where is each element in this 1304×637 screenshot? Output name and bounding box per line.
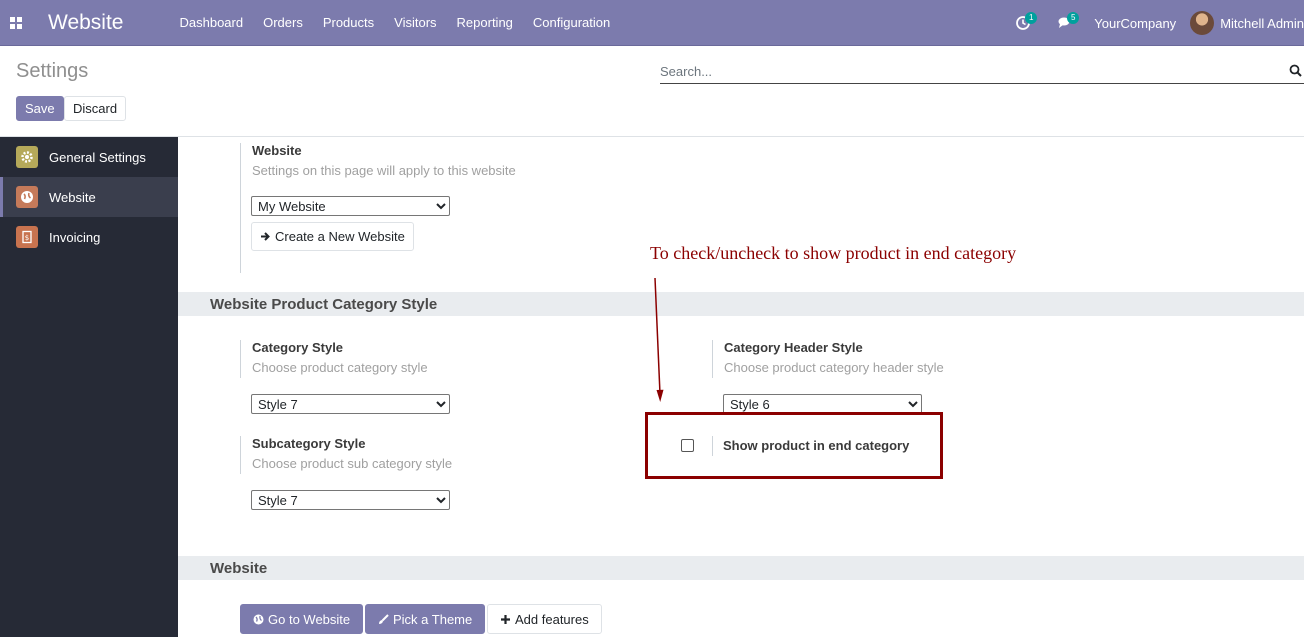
category-section-title: Website Product Category Style: [210, 296, 438, 313]
control-panel: Settings Save Discard: [0, 46, 1304, 137]
paint-brush-icon: [379, 613, 389, 624]
messages-badge: 5: [1067, 12, 1080, 24]
main-menu: Dashboard Orders Products Visitors Repor…: [169, 0, 620, 46]
subcategory-style-select[interactable]: Style 7: [251, 490, 450, 510]
search-bar: [660, 60, 1304, 84]
header-style-setting: Category Header Style Choose product cat…: [712, 340, 944, 378]
add-features-button[interactable]: Add features: [487, 604, 602, 634]
app-brand[interactable]: Website: [48, 11, 123, 35]
apps-menu-icon[interactable]: [0, 0, 32, 46]
menu-dashboard[interactable]: Dashboard: [169, 0, 253, 46]
globe-icon: [253, 614, 264, 624]
website-section-header: Website: [178, 556, 1304, 580]
menu-orders[interactable]: Orders: [253, 0, 313, 46]
website-setting-label: Website: [252, 143, 302, 158]
company-switcher[interactable]: YourCompany: [1086, 16, 1190, 31]
category-style-label: Category Style: [252, 340, 344, 355]
navbar-systray: 1 5 YourCompany Mitchell Admin: [1002, 0, 1304, 46]
sidebar-item-website[interactable]: Website: [0, 177, 178, 217]
discard-button[interactable]: Discard: [64, 96, 127, 121]
menu-visitors[interactable]: Visitors: [384, 0, 446, 46]
add-features-label: Add features: [515, 611, 589, 627]
sidebar-item-general-settings[interactable]: General Settings: [0, 137, 178, 177]
avatar: [1190, 11, 1215, 35]
header-style-label: Category Header Style: [724, 340, 863, 355]
user-name: Mitchell Admin: [1220, 15, 1304, 31]
search-icon[interactable]: [1289, 64, 1302, 77]
go-to-website-button[interactable]: Go to Website: [240, 604, 364, 634]
settings-content: Website Settings on this page will apply…: [178, 137, 1304, 637]
go-to-website-label: Go to Website: [268, 611, 351, 627]
arrow-right-icon: [261, 232, 270, 241]
annotation-arrow-icon: [654, 277, 664, 402]
subcategory-style-setting: Subcategory Style Choose product sub cat…: [240, 436, 452, 474]
website-select[interactable]: My Website: [251, 196, 450, 216]
activity-badge: 1: [1025, 12, 1038, 24]
menu-reporting[interactable]: Reporting: [447, 0, 523, 46]
category-style-description: Choose product category style: [252, 360, 428, 375]
invoice-icon: $: [16, 226, 38, 248]
sidebar-item-invoicing[interactable]: $ Invoicing: [0, 217, 178, 257]
plus-icon: [501, 614, 510, 624]
top-navbar: Website Dashboard Orders Products Visito…: [0, 0, 1304, 46]
activity-button[interactable]: 1: [1002, 0, 1044, 46]
sidebar-item-label: Invoicing: [49, 229, 101, 245]
subcategory-style-description: Choose product sub category style: [252, 456, 453, 471]
page-title: Settings: [16, 60, 89, 82]
settings-sidebar: General Settings Website $ Invoicing: [0, 137, 178, 637]
globe-icon: [16, 186, 38, 208]
gear-icon: [16, 146, 38, 168]
category-section-header: Website Product Category Style: [178, 292, 1304, 316]
save-button[interactable]: Save: [16, 96, 64, 121]
menu-products[interactable]: Products: [313, 0, 384, 46]
website-setting-description: Settings on this page will apply to this…: [252, 163, 516, 178]
sidebar-item-label: Website: [49, 189, 96, 205]
annotation-text: To check/uncheck to show product in end …: [650, 243, 1017, 263]
sidebar-item-label: General Settings: [49, 149, 146, 165]
subcategory-style-label: Subcategory Style: [252, 436, 366, 451]
category-style-select[interactable]: Style 7: [251, 394, 450, 414]
messages-button[interactable]: 5: [1044, 0, 1086, 46]
pick-theme-label: Pick a Theme: [393, 611, 473, 627]
menu-configuration[interactable]: Configuration: [523, 0, 620, 46]
annotation-highlight-box: [645, 412, 943, 479]
user-menu[interactable]: Mitchell Admin: [1190, 11, 1304, 35]
pick-theme-button[interactable]: Pick a Theme: [365, 604, 486, 634]
svg-text:$: $: [25, 234, 29, 242]
category-style-setting: Category Style Choose product category s…: [240, 340, 428, 378]
search-input[interactable]: [660, 60, 1280, 82]
header-style-description: Choose product category header style: [724, 360, 944, 375]
header-style-select[interactable]: Style 6: [723, 394, 922, 414]
create-website-button[interactable]: Create a New Website: [251, 222, 414, 251]
website-section-title: Website: [210, 560, 268, 577]
create-website-label: Create a New Website: [275, 229, 405, 244]
